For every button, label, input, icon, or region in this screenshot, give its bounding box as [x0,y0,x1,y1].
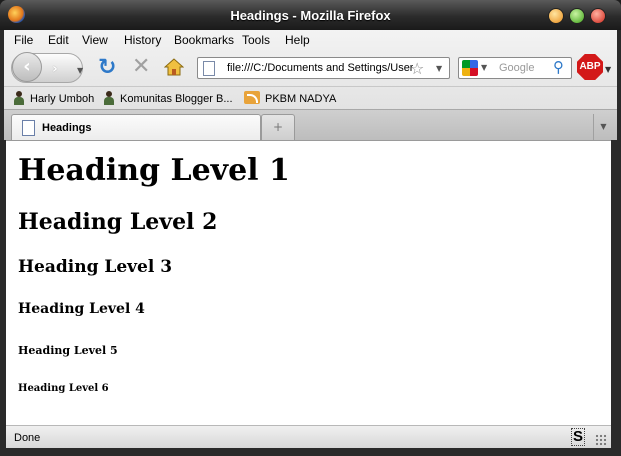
page-content: Heading Level 1 Heading Level 2 Heading … [6,140,611,425]
navigation-toolbar: ‹ › ▼ ↻ ✕ file:///C:/Documents and Setti… [4,50,617,86]
bookmark-item[interactable]: PKBM NADYA [244,91,336,107]
close-button[interactable] [590,8,606,24]
browser-chrome: File Edit View History Bookmarks Tools H… [4,30,617,141]
page-icon [203,61,215,76]
engine-dropdown-icon: ▼ [481,63,488,72]
tab-list-dropdown-icon[interactable]: ▼ [593,114,613,141]
person-icon [104,91,114,105]
bookmark-star-icon[interactable]: ☆ [410,59,424,78]
menu-edit[interactable]: Edit [48,33,69,47]
menu-help[interactable]: Help [285,33,310,47]
forward-button[interactable]: › [52,61,58,77]
bookmarks-toolbar: Harly Umboh Komunitas Blogger B... PKBM … [4,86,617,109]
window-title: Headings - Mozilla Firefox [230,8,391,23]
heading-level-5: Heading Level 5 [18,344,118,357]
bookmark-item[interactable]: Komunitas Blogger B... [104,91,233,107]
person-icon [14,91,24,105]
page-icon [22,120,35,136]
history-dropdown-icon[interactable]: ▼ [77,66,83,75]
status-addon-icon[interactable]: S [571,428,586,446]
new-tab-button[interactable]: + [261,114,295,141]
stop-icon[interactable]: ✕ [132,56,150,78]
adblock-dropdown-icon[interactable]: ▼ [605,65,611,74]
maximize-button[interactable] [569,8,585,24]
menu-bar: File Edit View History Bookmarks Tools H… [4,30,617,50]
search-input[interactable]: Google [499,62,534,74]
tab-bar: Headings + ▼ [4,109,617,141]
search-box[interactable]: ▼ Google ⚲ [458,57,572,79]
bookmark-label: Komunitas Blogger B... [120,93,233,105]
resize-grip-icon[interactable] [595,434,607,446]
title-bar[interactable]: Headings - Mozilla Firefox [0,0,621,30]
search-magnifier-icon[interactable]: ⚲ [553,58,564,76]
browser-window: Headings - Mozilla Firefox File Edit Vie… [0,0,621,456]
reload-icon[interactable]: ↻ [98,57,116,79]
heading-level-6: Heading Level 6 [18,383,109,394]
heading-level-4: Heading Level 4 [18,301,145,317]
menu-file[interactable]: File [14,33,33,47]
heading-level-1: Heading Level 1 [18,153,290,188]
menu-tools[interactable]: Tools [242,33,270,47]
url-input[interactable]: file:///C:/Documents and Settings/User [227,62,413,74]
bookmark-label: PKBM NADYA [265,93,337,105]
rss-feed-icon [244,91,260,104]
google-icon [462,60,478,76]
url-bar[interactable]: file:///C:/Documents and Settings/User ☆… [197,57,450,79]
home-icon[interactable] [164,58,184,76]
back-button[interactable]: ‹ [12,52,42,82]
heading-level-2: Heading Level 2 [18,209,218,235]
menu-bookmarks[interactable]: Bookmarks [174,33,234,47]
bookmark-label: Harly Umboh [30,93,95,105]
url-dropdown-icon[interactable]: ▼ [436,64,442,73]
search-engine-selector[interactable]: ▼ [462,60,492,76]
bookmark-item[interactable]: Harly Umboh [14,91,94,107]
minimize-button[interactable] [548,8,564,24]
tab-headings[interactable]: Headings [11,114,261,141]
menu-history[interactable]: History [124,33,161,47]
menu-view[interactable]: View [82,33,108,47]
adblock-icon[interactable]: ABP [577,54,603,80]
status-text: Done [14,432,41,444]
heading-level-3: Heading Level 3 [18,257,173,277]
tab-label: Headings [42,122,92,134]
status-bar: Done S [6,425,611,448]
